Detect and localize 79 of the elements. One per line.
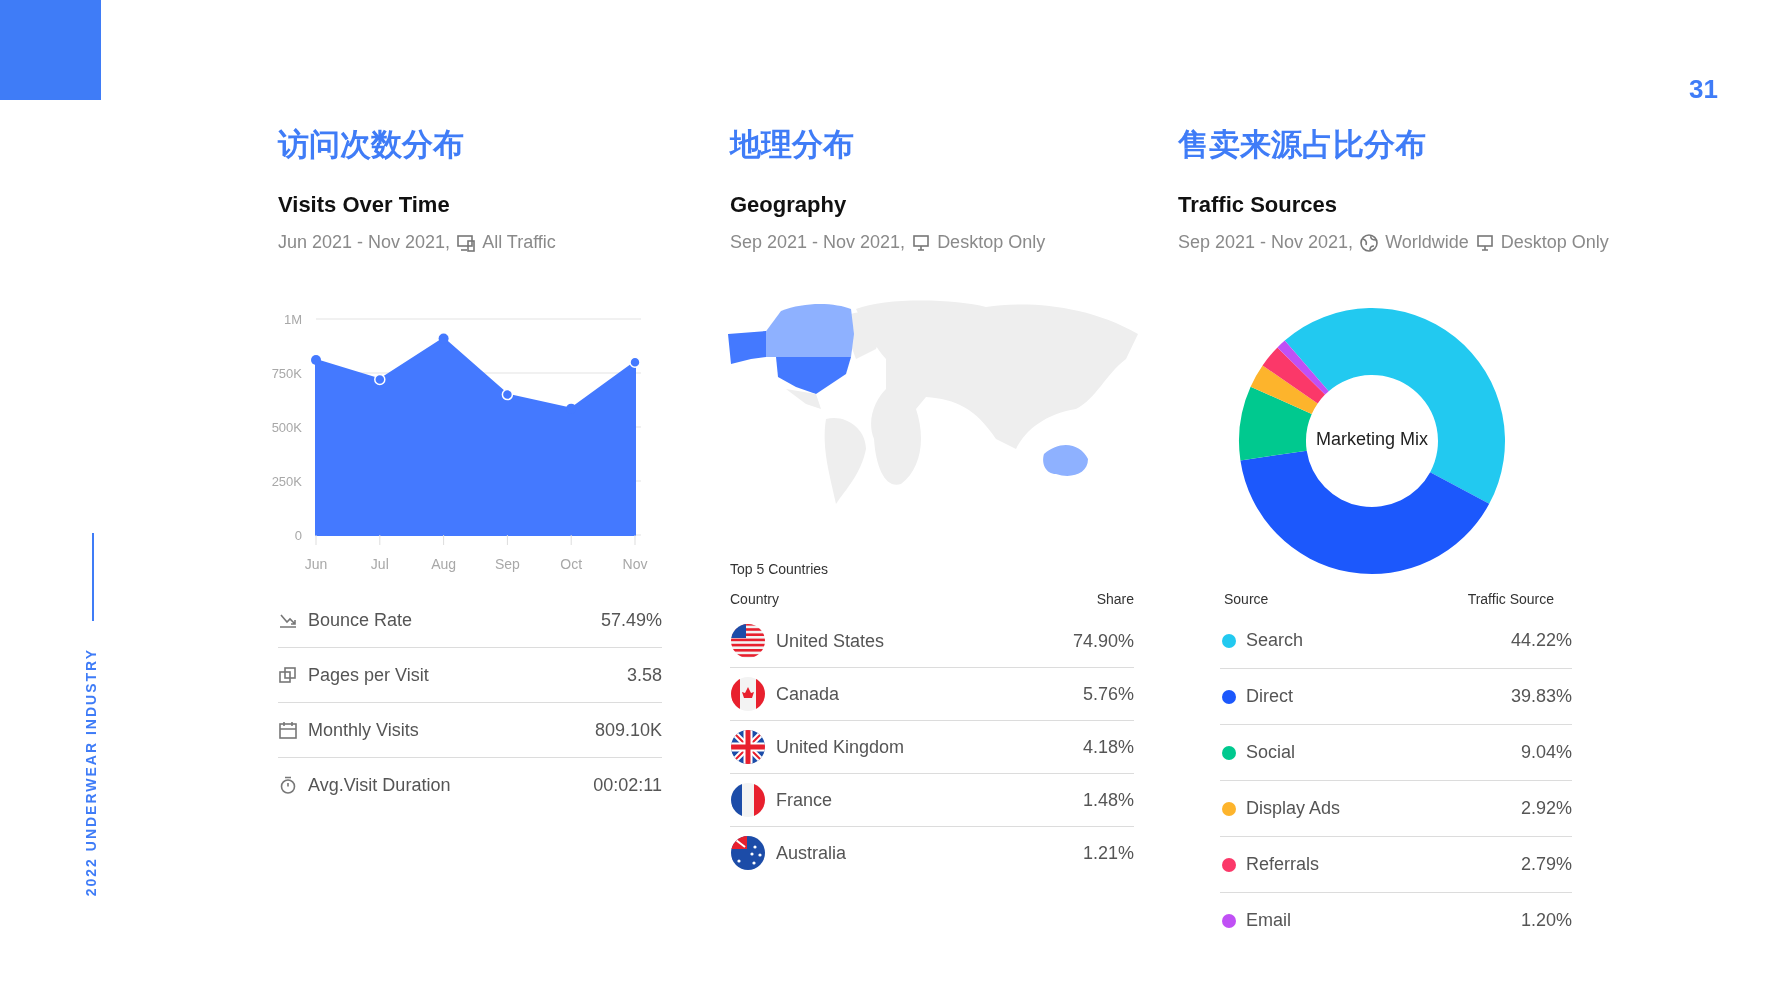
source-name: Search	[1246, 630, 1305, 651]
card-title: Geography	[730, 192, 848, 218]
column-header: Country	[730, 591, 780, 607]
copy-icon	[278, 665, 298, 685]
metric-value: 809.10K	[594, 719, 662, 741]
axis-label: 750K	[271, 366, 302, 381]
axis-label: Sep	[494, 556, 520, 572]
metric-label: Pages per Visit	[308, 664, 430, 686]
source-share: 2.79%	[1520, 854, 1572, 875]
flag-icon	[730, 835, 766, 871]
axis-label: Nov	[622, 556, 648, 572]
side-label: 2022 UNDERWEAR INDUSTRY	[83, 648, 99, 897]
source-share: 2.92%	[1520, 798, 1572, 819]
flag-icon	[730, 676, 766, 712]
country-share: 1.21%	[1082, 842, 1134, 864]
device-filter: Desktop Only	[1500, 232, 1609, 253]
page-number: 31	[1689, 74, 1718, 105]
country-name: Canada	[776, 683, 841, 705]
device-filter: Desktop Only	[937, 232, 1046, 253]
data-point	[311, 355, 321, 366]
section-heading: 地理分布	[730, 126, 855, 164]
metric-value: 00:02:11	[593, 774, 662, 796]
flag-icon	[730, 729, 766, 765]
axis-label: Jun	[304, 556, 328, 572]
axis-label: Jul	[370, 556, 389, 572]
metric-value: 57.49%	[600, 609, 662, 631]
monitor-icon	[911, 232, 932, 253]
source-share: 39.83%	[1510, 686, 1572, 707]
country-share: 4.18%	[1082, 736, 1134, 758]
country-name: United Kingdom	[776, 736, 906, 758]
axis-label: 1M	[283, 312, 302, 327]
source-share: 1.20%	[1520, 910, 1572, 931]
chart-center-label: Marketing Mix	[1315, 429, 1429, 450]
flag-icon	[730, 623, 766, 659]
column-header: Source	[1224, 591, 1269, 607]
source-name: Direct	[1246, 686, 1294, 707]
region-filter: Worldwide	[1385, 232, 1469, 253]
source-share: 9.04%	[1520, 742, 1572, 763]
traffic-filter: All Traffic	[482, 232, 556, 253]
column-header: Traffic Source	[1467, 591, 1554, 607]
globe-icon	[1359, 232, 1380, 253]
section-heading: 访问次数分布	[278, 126, 465, 164]
source-name: Referrals	[1246, 854, 1321, 875]
monitor-icon	[1474, 232, 1495, 253]
metric-label: Avg.Visit Duration	[308, 774, 452, 796]
source-name: Social	[1246, 742, 1297, 763]
devices-icon	[456, 232, 477, 253]
country-share: 5.76%	[1082, 683, 1134, 705]
source-name: Display Ads	[1246, 798, 1342, 819]
axis-label: 0	[294, 528, 302, 543]
table-title: Top 5 Countries	[730, 561, 830, 577]
data-point	[629, 356, 641, 368]
data-point	[501, 388, 514, 401]
date-range: Sep 2021 - Nov 2021,	[730, 232, 906, 253]
country-share: 1.48%	[1082, 789, 1134, 811]
axis-label: 250K	[271, 474, 302, 489]
data-point	[438, 333, 449, 344]
metric-label: Monthly Visits	[308, 719, 420, 741]
country-name: Australia	[776, 842, 848, 864]
data-point	[374, 373, 386, 386]
source-share: 44.22%	[1510, 630, 1572, 651]
column-header: Share	[1096, 591, 1134, 607]
axis-label: Aug	[431, 556, 457, 572]
country-name: United States	[776, 630, 886, 652]
date-range: Jun 2021 - Nov 2021,	[278, 232, 451, 253]
axis-label: 500K	[271, 420, 302, 435]
calendar-icon	[278, 720, 298, 740]
country-share: 74.90%	[1072, 630, 1134, 652]
card-title: Visits Over Time	[278, 192, 451, 218]
card-title: Traffic Sources	[1178, 192, 1338, 218]
stopwatch-icon	[278, 775, 298, 795]
axis-label: Oct	[560, 556, 583, 572]
source-name: Email	[1246, 910, 1292, 931]
flag-icon	[730, 782, 766, 818]
date-range: Sep 2021 - Nov 2021,	[1178, 232, 1354, 253]
metric-label: Bounce Rate	[308, 609, 414, 631]
metric-value: 3.58	[626, 664, 662, 686]
country-name: France	[776, 789, 834, 811]
section-heading: 售卖来源占比分布	[1178, 126, 1427, 164]
